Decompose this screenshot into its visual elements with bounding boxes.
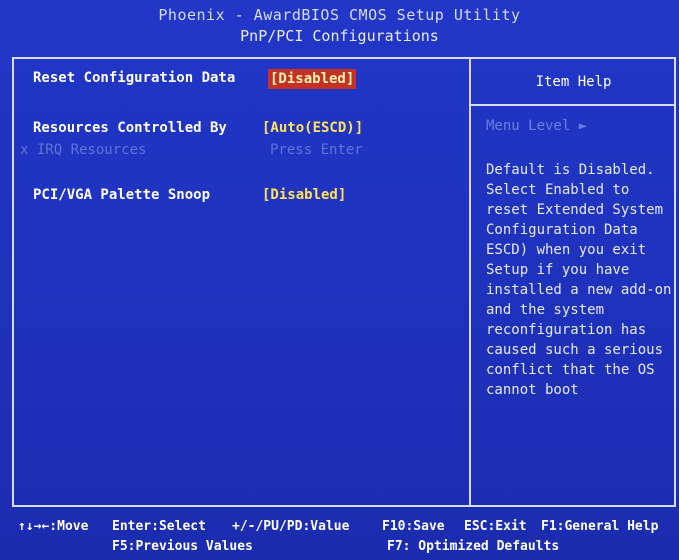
key-general-help: F1:General Help xyxy=(541,519,659,534)
menu-level-indicator: Menu Level ► xyxy=(486,118,588,134)
setting-label-pci-vga-palette-snoop: PCI/VGA Palette Snoop xyxy=(33,187,211,203)
key-select: Enter:Select xyxy=(112,519,206,534)
help-separator xyxy=(471,104,676,106)
key-value: +/-/PU/PD:Value xyxy=(232,519,350,534)
setting-label-resources-controlled-by: Resources Controlled By xyxy=(33,120,227,136)
key-previous-values: F5:Previous Values xyxy=(112,539,253,554)
bios-screen: Phoenix - AwardBIOS CMOS Setup Utility P… xyxy=(0,0,679,560)
setting-label-reset-configuration-data: Reset Configuration Data xyxy=(33,70,236,86)
key-legend: ↑↓→←:Move Enter:Select +/-/PU/PD:Value F… xyxy=(0,515,679,560)
page-title: PnP/PCI Configurations xyxy=(240,27,439,45)
panel-divider xyxy=(469,57,471,507)
key-save: F10:Save xyxy=(382,519,445,534)
setting-label-irq-resources: x IRQ Resources xyxy=(20,142,147,158)
setting-value-resources-controlled-by[interactable]: [Auto(ESCD)] xyxy=(262,120,363,136)
setting-value-reset-configuration-data[interactable]: [Disabled] xyxy=(268,69,357,89)
key-move: ↑↓→←:Move xyxy=(18,519,89,534)
item-help-title: Item Help xyxy=(535,74,612,90)
bios-title: Phoenix - AwardBIOS CMOS Setup Utility xyxy=(158,6,521,24)
setting-value-pci-vga-palette-snoop[interactable]: [Disabled] xyxy=(262,187,346,203)
key-exit: ESC:Exit xyxy=(464,519,527,534)
key-optimized-defaults: F7: Optimized Defaults xyxy=(387,539,560,554)
bios-header: Phoenix - AwardBIOS CMOS Setup Utility P… xyxy=(0,0,679,58)
item-help-text: Default is Disabled. Select Enabled to r… xyxy=(486,162,672,398)
setting-value-irq-resources: Press Enter xyxy=(270,142,363,158)
